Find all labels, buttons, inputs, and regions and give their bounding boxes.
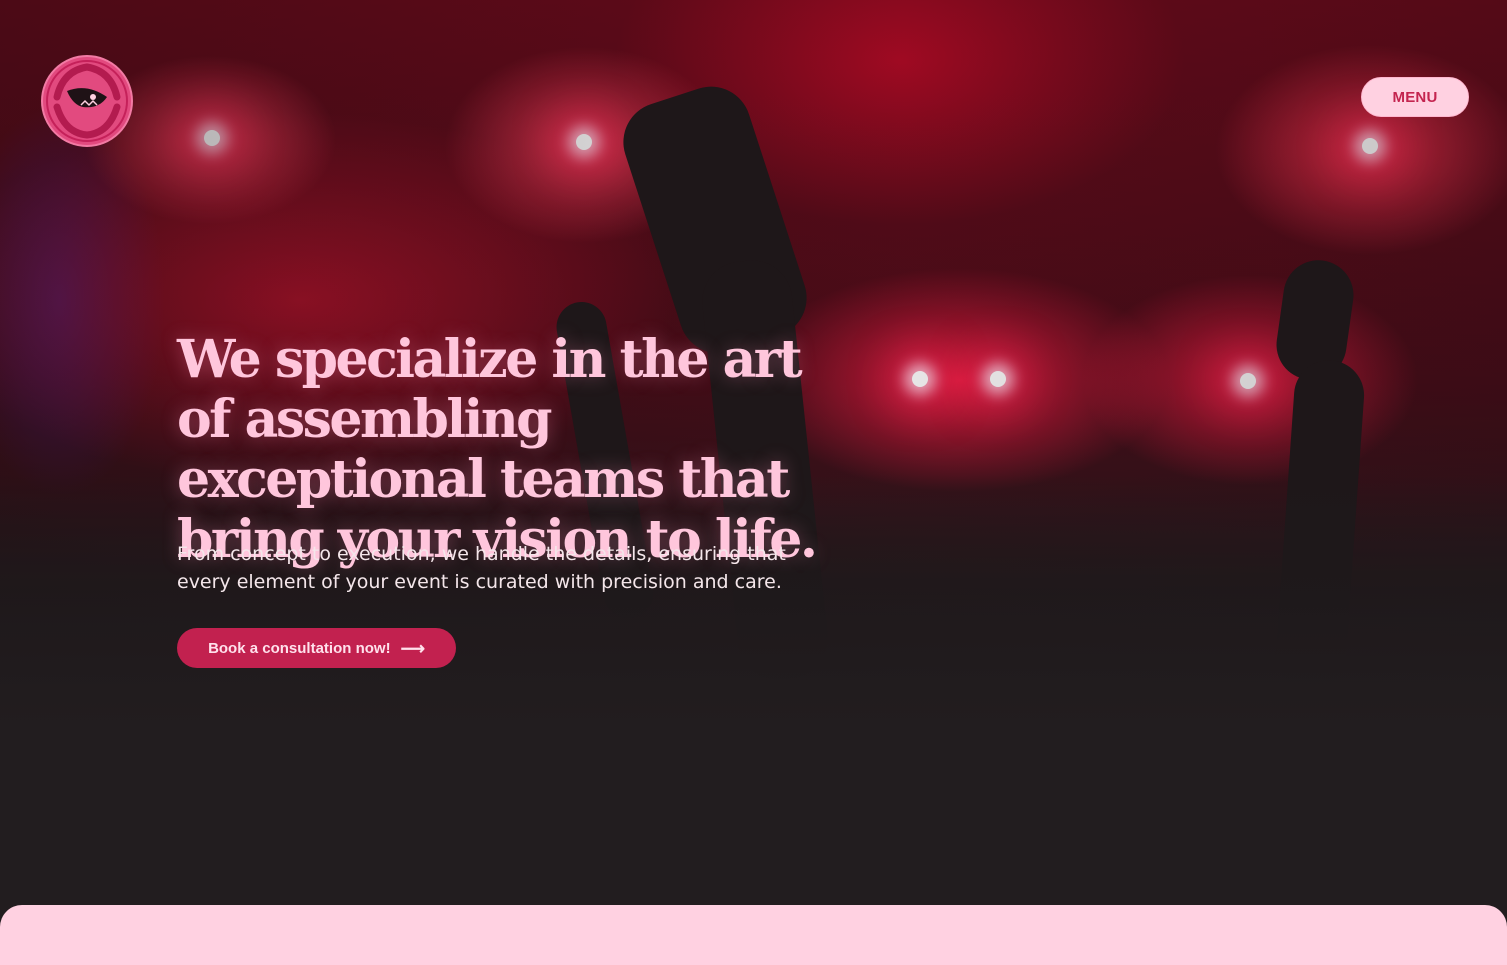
hero-headline: We specialize in the art of assembling e… — [177, 329, 818, 570]
brand-logo[interactable] — [41, 55, 133, 147]
menu-button[interactable]: MENU — [1361, 77, 1469, 117]
book-consultation-button[interactable]: Book a consultation now! ⟶ — [177, 628, 456, 668]
piranha-logo-icon — [46, 60, 128, 142]
cta-label: Book a consultation now! — [208, 639, 391, 657]
next-section-panel — [0, 905, 1507, 965]
hero-subtext: From concept to execution, we handle the… — [177, 543, 786, 593]
arrow-right-icon: ⟶ — [400, 638, 425, 658]
